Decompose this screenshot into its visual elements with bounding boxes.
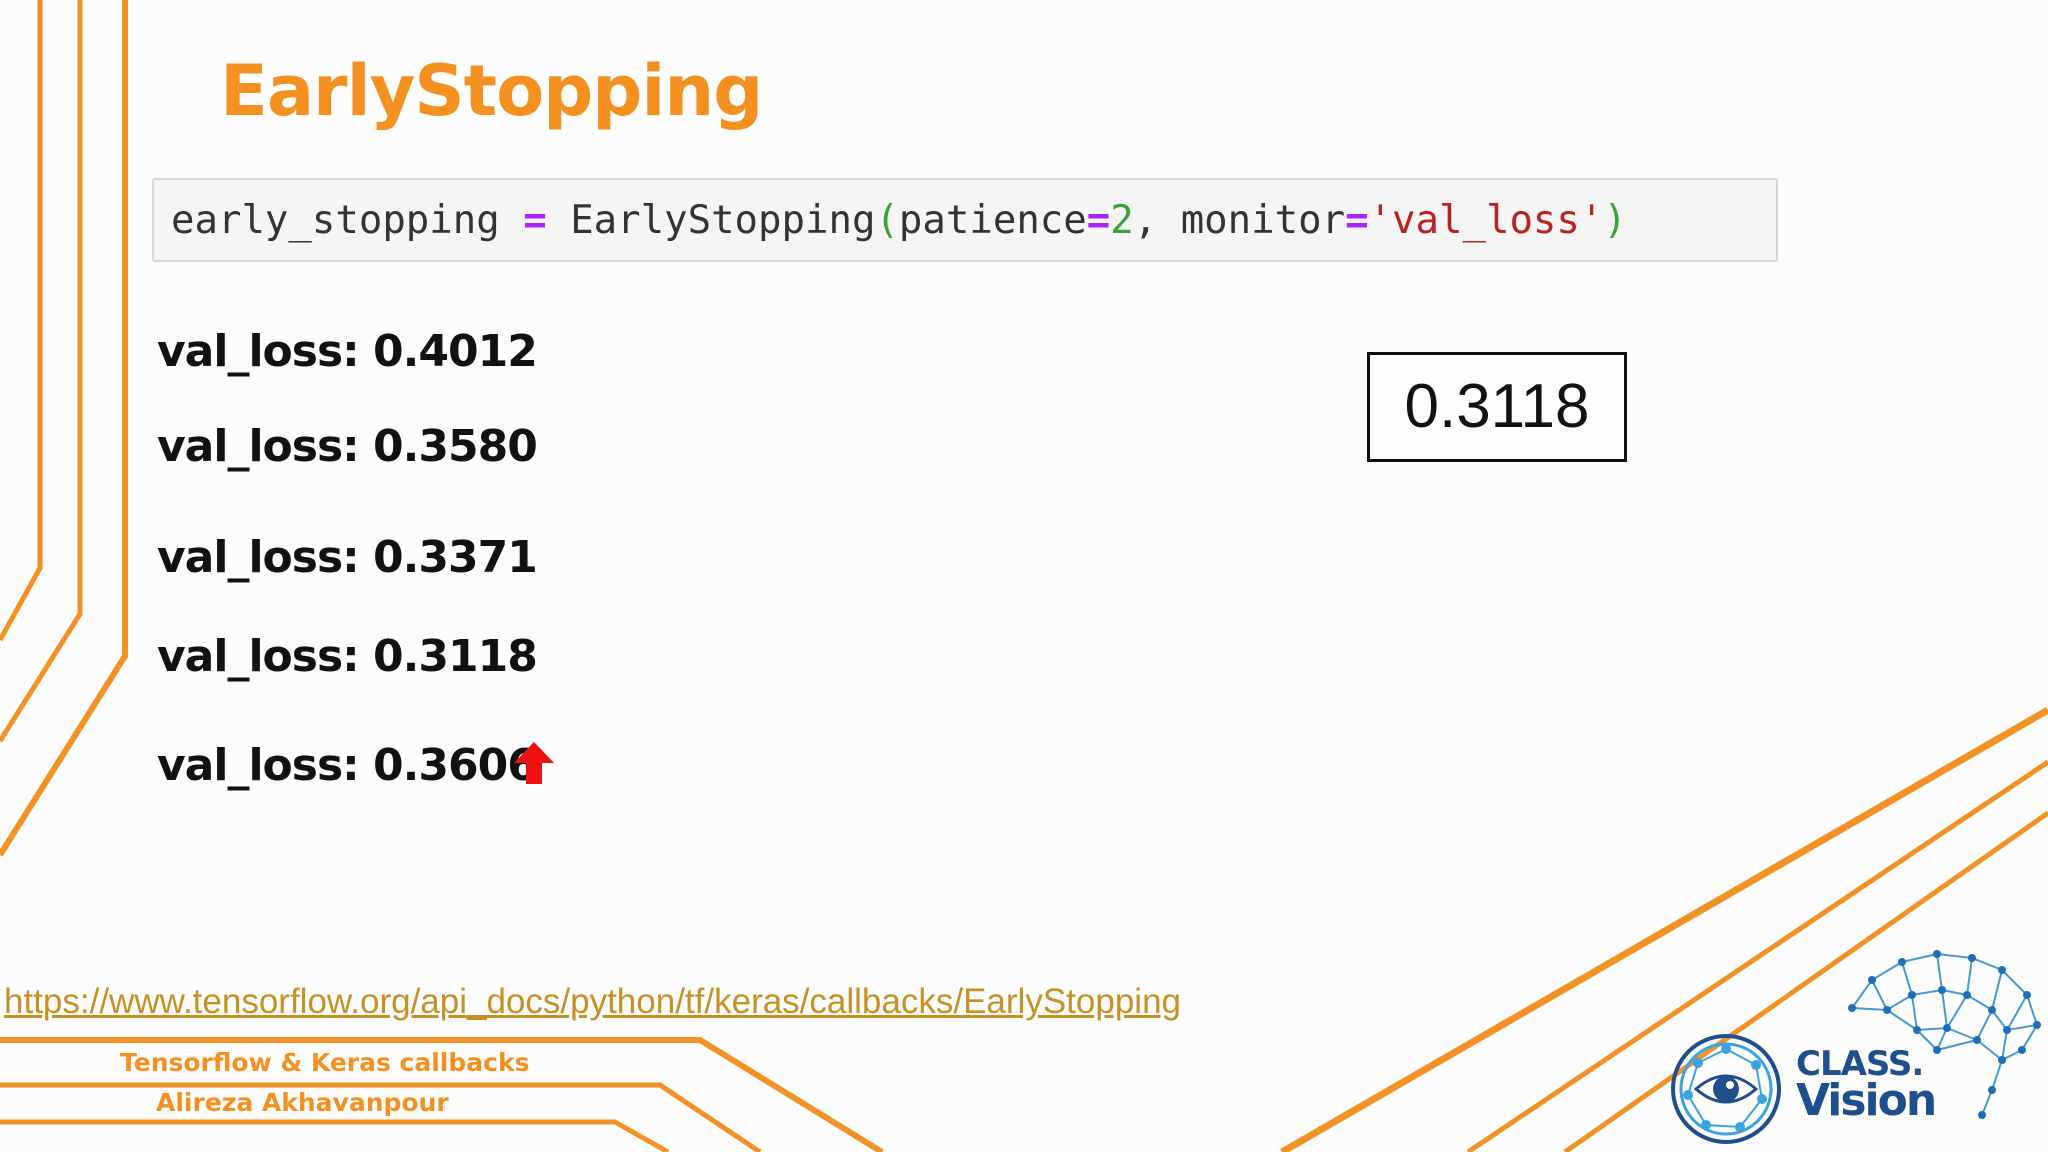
best-value-box: 0.3118 bbox=[1367, 352, 1627, 462]
code-arg-name: patience bbox=[898, 198, 1087, 243]
code-block: early_stopping = EarlyStopping(patience=… bbox=[152, 178, 1778, 262]
code-paren-open: ( bbox=[875, 198, 899, 243]
footer-author: Alireza Akhavanpour bbox=[156, 1088, 449, 1117]
slide: EarlyStopping early_stopping = EarlyStop… bbox=[0, 0, 2048, 1152]
code-variable: early_stopping bbox=[171, 198, 500, 243]
code-arg-name: monitor bbox=[1180, 198, 1346, 243]
code-paren-close: ) bbox=[1603, 198, 1627, 243]
val-loss-item: val_loss: 0.4012 bbox=[157, 326, 538, 377]
val-loss-item: val_loss: 0.3118 bbox=[157, 631, 538, 682]
val-loss-item: val_loss: 0.3371 bbox=[157, 532, 538, 583]
code-operator: = bbox=[1086, 198, 1111, 243]
code-comma: , bbox=[1133, 198, 1158, 243]
slide-title: EarlyStopping bbox=[220, 50, 763, 132]
code-operator: = bbox=[523, 198, 547, 243]
arrow-up-icon bbox=[514, 742, 554, 784]
documentation-link[interactable]: https://www.tensorflow.org/api_docs/pyth… bbox=[4, 982, 1181, 1022]
val-loss-item: val_loss: 0.3606 bbox=[157, 740, 538, 791]
code-string: 'val_loss' bbox=[1368, 198, 1604, 243]
logo-text: CLASS. Vision bbox=[1796, 1047, 1937, 1126]
footer-course-title: Tensorflow & Keras callbacks bbox=[120, 1048, 530, 1077]
code-function: EarlyStopping bbox=[570, 198, 876, 243]
val-loss-item: val_loss: 0.3580 bbox=[157, 421, 538, 472]
eye-icon bbox=[1671, 1034, 1781, 1144]
logo-line2: Vision bbox=[1796, 1075, 1937, 1126]
code-number: 2 bbox=[1110, 198, 1134, 243]
code-operator: = bbox=[1345, 198, 1369, 243]
